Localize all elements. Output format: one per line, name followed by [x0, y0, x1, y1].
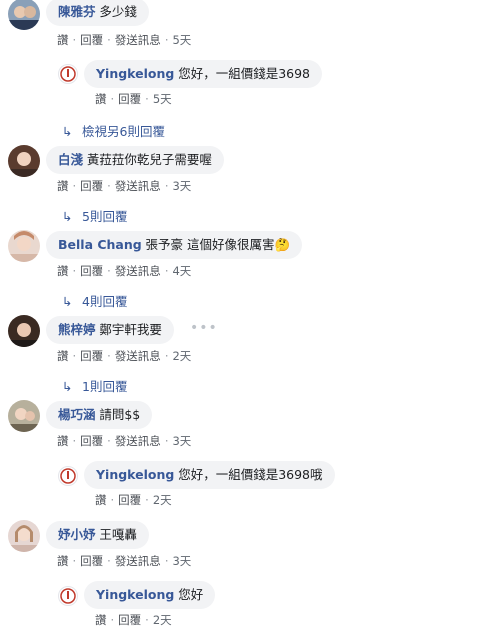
like-link[interactable]: 讚	[57, 434, 69, 448]
comment-text: 張予豪 這個好像很厲害🤔	[145, 237, 291, 252]
avatar[interactable]	[8, 0, 40, 30]
like-link[interactable]: 讚	[57, 349, 69, 363]
commenter-name[interactable]: Bella Chang	[58, 237, 142, 252]
comment-actions: 讚 · 回覆 · 發送訊息 · 2天	[57, 349, 192, 363]
comment-text: 王嘎轟	[99, 527, 137, 542]
reply-text: 您好，一組價錢是3698哦	[178, 467, 323, 482]
comment-actions: 讚 · 回覆 · 發送訊息 · 4天	[57, 264, 192, 278]
reply-arrow-icon: ↳	[62, 294, 73, 309]
view-more-replies-link[interactable]: ↳ 檢視另6則回覆	[62, 121, 165, 140]
reply-link[interactable]: 回覆	[80, 434, 103, 448]
replier-name[interactable]: Yingkelong	[96, 66, 174, 81]
send-message-link[interactable]: 發送訊息	[115, 349, 161, 363]
comment-bubble: 熊梓婷 鄭宇軒我要	[46, 316, 174, 344]
view-replies-link[interactable]: ↳ 1則回覆	[62, 376, 127, 395]
avatar[interactable]	[8, 400, 40, 432]
commenter-name[interactable]: 陳雅芬	[58, 4, 96, 19]
replier-name[interactable]: Yingkelong	[96, 587, 174, 602]
reply-link[interactable]: 回覆	[80, 33, 103, 47]
timestamp[interactable]: 5天	[153, 92, 172, 106]
send-message-link[interactable]: 發送訊息	[115, 434, 161, 448]
like-link[interactable]: 讚	[57, 554, 69, 568]
send-message-link[interactable]: 發送訊息	[115, 554, 161, 568]
reply-actions: 讚 · 回覆 · 5天	[95, 92, 172, 106]
comment-text: 多少錢	[99, 4, 137, 19]
comment-bubble: 白淺 黃菈菈你乾兒子需要喔	[46, 146, 224, 174]
reply-link[interactable]: 回覆	[118, 493, 141, 507]
commenter-name[interactable]: 楊巧涵	[58, 407, 96, 422]
reply-link[interactable]: 回覆	[80, 554, 103, 568]
send-message-link[interactable]: 發送訊息	[115, 33, 161, 47]
like-link[interactable]: 讚	[57, 33, 69, 47]
comment-bubble: 楊巧涵 請問$$	[46, 401, 153, 429]
reply-text: 您好，一組價錢是3698	[178, 66, 310, 81]
avatar[interactable]	[8, 230, 40, 262]
reply-link[interactable]: 回覆	[80, 349, 103, 363]
reply-text: 您好	[178, 587, 204, 602]
comment-text: 黃菈菈你乾兒子需要喔	[86, 152, 212, 167]
avatar[interactable]	[8, 145, 40, 177]
timestamp[interactable]: 2天	[153, 493, 172, 507]
timestamp[interactable]: 3天	[172, 434, 191, 448]
comment-text: 鄭宇軒我要	[99, 322, 162, 337]
timestamp[interactable]: 5天	[172, 33, 191, 47]
replier-name[interactable]: Yingkelong	[96, 467, 174, 482]
timestamp[interactable]: 2天	[172, 349, 191, 363]
reply-arrow-icon: ↳	[62, 124, 73, 139]
comment-bubble: 妤小妤 王嘎轟	[46, 521, 149, 549]
reply-arrow-icon: ↳	[62, 209, 73, 224]
comment-actions: 讚 · 回覆 · 發送訊息 · 5天	[57, 33, 192, 47]
page-avatar[interactable]	[58, 64, 78, 84]
like-link[interactable]: 讚	[95, 92, 107, 106]
page-avatar[interactable]	[58, 586, 78, 606]
send-message-link[interactable]: 發送訊息	[115, 179, 161, 193]
avatar[interactable]	[8, 520, 40, 552]
like-link[interactable]: 讚	[57, 264, 69, 278]
reply-link[interactable]: 回覆	[80, 179, 103, 193]
page-avatar[interactable]	[58, 466, 78, 486]
more-options-icon[interactable]: •••	[190, 320, 218, 336]
avatar[interactable]	[8, 315, 40, 347]
reply-arrow-icon: ↳	[62, 379, 73, 394]
commenter-name[interactable]: 熊梓婷	[58, 322, 96, 337]
view-replies-link[interactable]: ↳ 5則回覆	[62, 206, 127, 225]
timestamp[interactable]: 4天	[172, 264, 191, 278]
timestamp[interactable]: 3天	[172, 179, 191, 193]
reply-bubble: Yingkelong 您好，一組價錢是3698哦	[84, 461, 335, 489]
comment-actions: 讚 · 回覆 · 發送訊息 · 3天	[57, 434, 192, 448]
comment-text: 請問$$	[99, 407, 141, 422]
reply-bubble: Yingkelong 您好，一組價錢是3698	[84, 60, 322, 88]
like-link[interactable]: 讚	[95, 613, 107, 627]
view-replies-link[interactable]: ↳ 4則回覆	[62, 291, 127, 310]
timestamp[interactable]: 2天	[153, 613, 172, 627]
commenter-name[interactable]: 妤小妤	[58, 527, 96, 542]
reply-actions: 讚 · 回覆 · 2天	[95, 613, 172, 627]
reply-link[interactable]: 回覆	[118, 92, 141, 106]
like-link[interactable]: 讚	[57, 179, 69, 193]
comment-actions: 讚 · 回覆 · 發送訊息 · 3天	[57, 554, 192, 568]
commenter-name[interactable]: 白淺	[58, 152, 83, 167]
reply-actions: 讚 · 回覆 · 2天	[95, 493, 172, 507]
reply-link[interactable]: 回覆	[80, 264, 103, 278]
comment-bubble: 陳雅芬 多少錢	[46, 0, 149, 26]
like-link[interactable]: 讚	[95, 493, 107, 507]
reply-link[interactable]: 回覆	[118, 613, 141, 627]
comment-bubble: Bella Chang 張予豪 這個好像很厲害🤔	[46, 231, 303, 259]
reply-bubble: Yingkelong 您好	[84, 581, 216, 609]
send-message-link[interactable]: 發送訊息	[115, 264, 161, 278]
comment-actions: 讚 · 回覆 · 發送訊息 · 3天	[57, 179, 192, 193]
timestamp[interactable]: 3天	[172, 554, 191, 568]
